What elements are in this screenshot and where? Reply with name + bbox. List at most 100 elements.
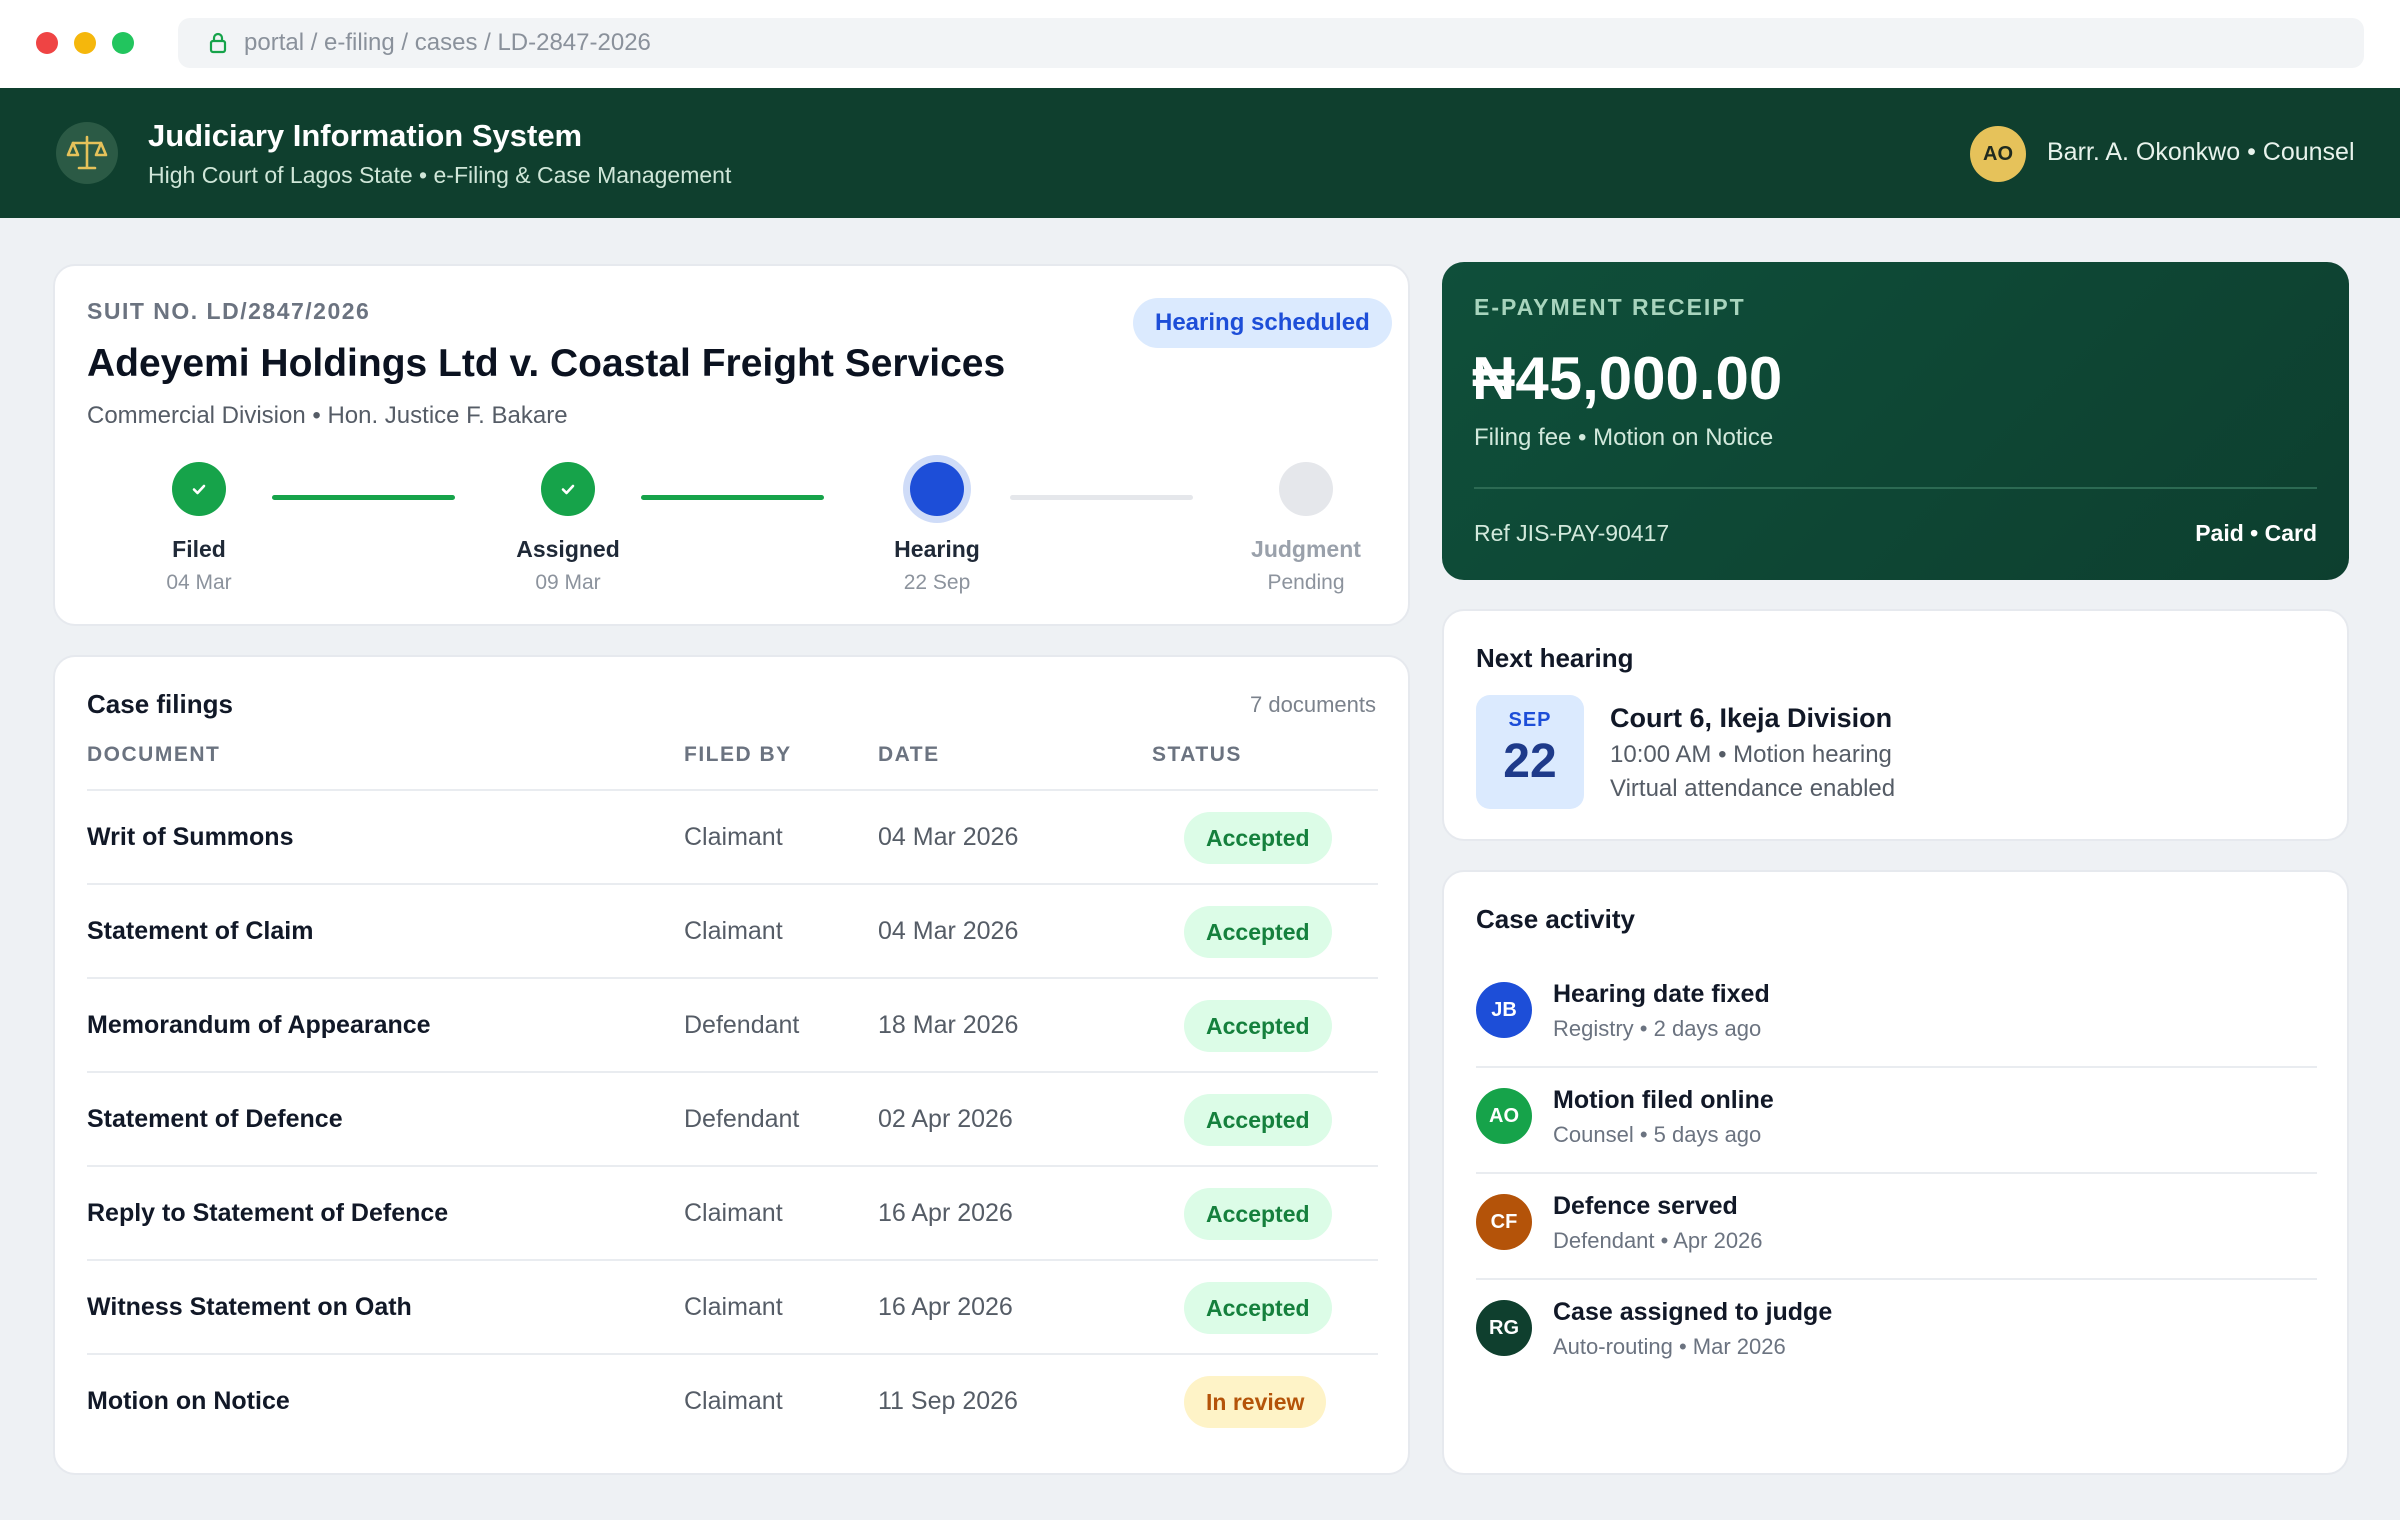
hearing-month: SEP xyxy=(1508,709,1552,731)
step-label: Judgment xyxy=(1251,536,1361,562)
step-connector xyxy=(1010,495,1193,500)
browser-chrome: portal / e-filing / cases / LD-2847-2026 xyxy=(0,0,2400,88)
payment-description: Filing fee • Motion on Notice xyxy=(1474,424,1774,451)
app-subtitle: High Court of Lagos State • e-Filing & C… xyxy=(148,162,732,188)
window-minimize-button[interactable] xyxy=(74,32,96,54)
hearing-court: Court 6, Ikeja Division xyxy=(1610,703,1893,733)
filings-table: Writ of Summons Claimant 04 Mar 2026 Acc… xyxy=(87,789,1378,1447)
activity-title-text: Case assigned to judge xyxy=(1553,1298,1833,1326)
column-header-filed-by[interactable]: FILED BY xyxy=(684,743,792,767)
column-header-document[interactable]: DOCUMENT xyxy=(87,743,220,767)
pending-step-icon xyxy=(1279,462,1333,516)
status-badge: Accepted xyxy=(1184,906,1332,958)
document-name[interactable]: Motion on Notice xyxy=(87,1387,290,1416)
current-step-icon xyxy=(910,462,964,516)
step-connector xyxy=(641,495,824,500)
status-badge: Accepted xyxy=(1184,1000,1332,1052)
avatar: JB xyxy=(1476,982,1532,1038)
table-row[interactable]: Statement of Defence Defendant 02 Apr 20… xyxy=(87,1071,1378,1165)
next-hearing-card: Next hearing SEP 22 Court 6, Ikeja Divis… xyxy=(1442,609,2349,841)
window-maximize-button[interactable] xyxy=(112,32,134,54)
case-meta: Commercial Division • Hon. Justice F. Ba… xyxy=(87,402,568,429)
step-date: 22 Sep xyxy=(903,571,971,594)
avatar: AO xyxy=(1476,1088,1532,1144)
status-badge: Accepted xyxy=(1184,1282,1332,1334)
table-row[interactable]: Writ of Summons Claimant 04 Mar 2026 Acc… xyxy=(87,789,1378,883)
case-activity-card: Case activity JB Hearing date fixed Regi… xyxy=(1442,870,2349,1475)
activity-meta: Counsel • 5 days ago xyxy=(1553,1122,1762,1147)
document-name[interactable]: Reply to Statement of Defence xyxy=(87,1199,448,1228)
user-avatar[interactable]: AO xyxy=(1970,126,2026,182)
activity-item: AO Motion filed online Counsel • 5 days … xyxy=(1476,1068,2317,1174)
case-title: Adeyemi Holdings Ltd v. Coastal Freight … xyxy=(87,342,1006,385)
filed-by: Defendant xyxy=(684,1105,800,1133)
step-date: 09 Mar xyxy=(535,571,601,594)
activity-title-text: Hearing date fixed xyxy=(1553,980,1770,1008)
payment-reference: Ref JIS-PAY-90417 xyxy=(1474,520,1670,546)
lock-icon xyxy=(206,31,230,55)
case-summary-card: SUIT NO. LD/2847/2026 Adeyemi Holdings L… xyxy=(53,264,1410,626)
user-label[interactable]: Barr. A. Okonkwo • Counsel xyxy=(2047,138,2355,167)
activity-item: JB Hearing date fixed Registry • 2 days … xyxy=(1476,962,2317,1068)
column-header-date[interactable]: DATE xyxy=(878,743,940,767)
payment-label: E-PAYMENT RECEIPT xyxy=(1474,294,1746,320)
app-header: Judiciary Information System High Court … xyxy=(0,88,2400,218)
table-row[interactable]: Statement of Claim Claimant 04 Mar 2026 … xyxy=(87,883,1378,977)
filing-date: 04 Mar 2026 xyxy=(878,917,1019,945)
status-badge: Accepted xyxy=(1184,812,1332,864)
filings-count: 7 documents xyxy=(1250,692,1376,717)
address-bar[interactable]: portal / e-filing / cases / LD-2847-2026 xyxy=(178,18,2364,68)
step-judgment: Judgment Pending xyxy=(1206,462,1406,595)
status-badge: Hearing scheduled xyxy=(1133,298,1392,348)
step-label: Hearing xyxy=(894,536,980,562)
filing-date: 11 Sep 2026 xyxy=(878,1387,1018,1415)
avatar: RG xyxy=(1476,1300,1532,1356)
hearing-day: 22 xyxy=(1503,735,1557,788)
document-name[interactable]: Witness Statement on Oath xyxy=(87,1293,412,1322)
hearing-time: 10:00 AM • Motion hearing xyxy=(1610,741,1892,768)
activity-meta: Auto-routing • Mar 2026 xyxy=(1553,1334,1786,1359)
step-filed: Filed 04 Mar xyxy=(99,462,299,595)
hearing-date-tile: SEP 22 xyxy=(1476,695,1584,809)
url-text: portal / e-filing / cases / LD-2847-2026 xyxy=(244,29,651,56)
filed-by: Claimant xyxy=(684,1387,783,1415)
app-title: Judiciary Information System xyxy=(148,118,583,153)
table-row[interactable]: Memorandum of Appearance Defendant 18 Ma… xyxy=(87,977,1378,1071)
column-header-status[interactable]: STATUS xyxy=(1152,743,1242,767)
table-row[interactable]: Reply to Statement of Defence Claimant 1… xyxy=(87,1165,1378,1259)
filing-date: 18 Mar 2026 xyxy=(878,1011,1019,1039)
document-name[interactable]: Memorandum of Appearance xyxy=(87,1011,431,1040)
activity-meta: Defendant • Apr 2026 xyxy=(1553,1228,1763,1253)
activity-list: JB Hearing date fixed Registry • 2 days … xyxy=(1476,962,2317,1386)
status-badge: Accepted xyxy=(1184,1188,1332,1240)
avatar: CF xyxy=(1476,1194,1532,1250)
filing-date: 16 Apr 2026 xyxy=(878,1199,1013,1227)
step-date: Pending xyxy=(1267,571,1345,594)
filing-date: 02 Apr 2026 xyxy=(878,1105,1013,1133)
case-filings-card: Case filings 7 documents DOCUMENT FILED … xyxy=(53,655,1410,1475)
step-hearing: Hearing 22 Sep xyxy=(837,462,1037,595)
check-icon xyxy=(172,462,226,516)
payment-receipt-card: E-PAYMENT RECEIPT ₦45,000.00 Filing fee … xyxy=(1442,262,2349,580)
activity-title: Case activity xyxy=(1476,904,1635,934)
filed-by: Claimant xyxy=(684,1293,783,1321)
window-close-button[interactable] xyxy=(36,32,58,54)
step-connector xyxy=(272,495,455,500)
filed-by: Claimant xyxy=(684,917,783,945)
activity-title-text: Defence served xyxy=(1553,1192,1738,1220)
filing-date: 04 Mar 2026 xyxy=(878,823,1019,851)
suit-number: SUIT NO. LD/2847/2026 xyxy=(87,298,371,324)
document-name[interactable]: Writ of Summons xyxy=(87,823,293,852)
payment-status: Paid • Card xyxy=(2195,520,2317,546)
document-name[interactable]: Statement of Claim xyxy=(87,917,313,946)
table-row[interactable]: Witness Statement on Oath Claimant 16 Ap… xyxy=(87,1259,1378,1353)
scales-of-justice-icon xyxy=(56,122,118,184)
step-date: 04 Mar xyxy=(166,571,232,594)
activity-meta: Registry • 2 days ago xyxy=(1553,1016,1762,1041)
activity-title-text: Motion filed online xyxy=(1553,1086,1774,1114)
status-badge: In review xyxy=(1184,1376,1327,1428)
step-label: Assigned xyxy=(516,536,620,562)
payment-amount: ₦45,000.00 xyxy=(1472,345,1783,412)
document-name[interactable]: Statement of Defence xyxy=(87,1105,343,1134)
table-row[interactable]: Motion on Notice Claimant 11 Sep 2026 In… xyxy=(87,1353,1378,1447)
